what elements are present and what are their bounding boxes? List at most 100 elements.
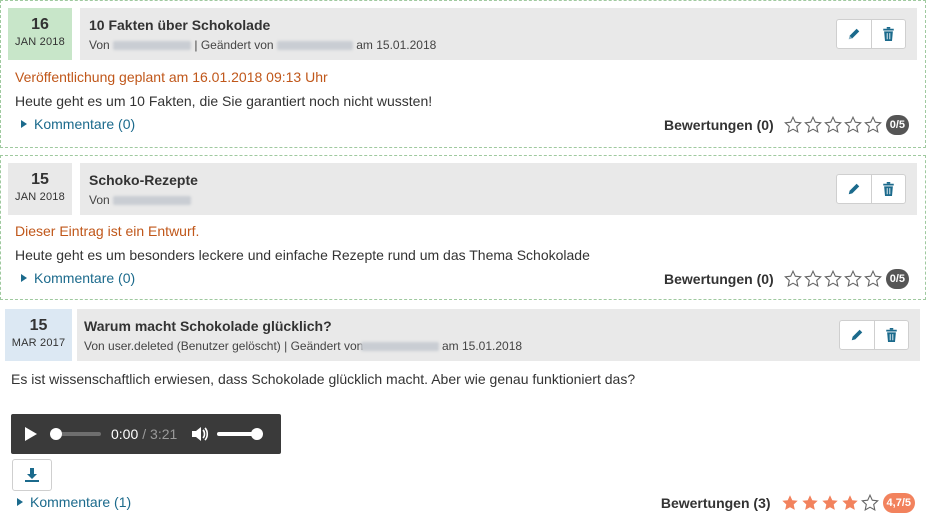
- author-name-redacted: [113, 41, 192, 51]
- entry-date: 16 JAN 2018: [8, 8, 72, 60]
- pencil-icon: [848, 28, 859, 40]
- edit-button[interactable]: [840, 321, 874, 349]
- star-empty-icon[interactable]: [783, 270, 802, 288]
- audio-seek-slider[interactable]: [50, 427, 101, 441]
- comments-label: Kommentare (1): [30, 494, 132, 510]
- comments-label: Kommentare (0): [34, 270, 136, 286]
- entry-date: 15 MAR 2017: [5, 309, 72, 361]
- star-filled-icon[interactable]: [781, 494, 799, 512]
- star-empty-icon[interactable]: [860, 494, 879, 512]
- star-empty-icon[interactable]: [803, 116, 822, 134]
- byline-changed-date: am 15.01.2018: [356, 38, 437, 52]
- caret-right-icon: [21, 120, 27, 129]
- star-empty-icon[interactable]: [843, 116, 862, 134]
- pencil-icon: [848, 183, 859, 195]
- entry-title[interactable]: Schoko-Rezepte: [89, 172, 198, 188]
- star-filled-icon[interactable]: [821, 494, 839, 512]
- pencil-icon: [851, 329, 862, 341]
- entry-byline: Von user.deleted (Benutzer gelöscht) | G…: [84, 339, 522, 353]
- download-button[interactable]: [12, 459, 52, 491]
- star-filled-icon[interactable]: [841, 494, 859, 512]
- entry-text: Heute geht es um besonders leckere und e…: [15, 247, 590, 263]
- entry-text: Heute geht es um 10 Fakten, die Sie gara…: [15, 93, 433, 109]
- edit-button[interactable]: [837, 175, 871, 203]
- rating-score: 0/5: [885, 115, 909, 135]
- entry-header: 10 Fakten über Schokolade Von | Geändert…: [80, 8, 917, 60]
- entry-byline: Von | Geändert von am 15.01.2018: [89, 38, 436, 52]
- blog-entry: 15 JAN 2018 Schoko-Rezepte Von Dieser Ei…: [0, 155, 926, 300]
- blog-entry: 16 JAN 2018 10 Fakten über Schokolade Vo…: [0, 0, 926, 148]
- entry-actions: [836, 174, 906, 204]
- rating-label: Bewertungen (0): [664, 271, 774, 287]
- editor-name-redacted: [360, 342, 439, 352]
- comments-toggle[interactable]: Kommentare (0): [21, 116, 135, 132]
- entry-date: 15 JAN 2018: [8, 163, 72, 215]
- star-empty-icon[interactable]: [823, 270, 842, 288]
- star-empty-icon[interactable]: [783, 116, 802, 134]
- comments-toggle[interactable]: Kommentare (1): [17, 494, 131, 510]
- entry-header: Warum macht Schokolade glücklich? Von us…: [77, 309, 920, 361]
- star-empty-icon[interactable]: [863, 116, 882, 134]
- date-month: JAN 2018: [15, 191, 65, 203]
- comments-toggle[interactable]: Kommentare (0): [21, 270, 135, 286]
- caret-right-icon: [21, 274, 27, 283]
- entry-title[interactable]: Warum macht Schokolade glücklich?: [84, 318, 332, 334]
- rating-label: Bewertungen (0): [664, 117, 774, 133]
- schedule-notice: Veröffentlichung geplant am 16.01.2018 0…: [15, 69, 328, 85]
- rating: Bewertungen (0) 0/5: [664, 269, 909, 289]
- delete-button[interactable]: [870, 175, 906, 203]
- edit-button[interactable]: [837, 20, 871, 48]
- byline-author-prefix: Von: [89, 38, 110, 52]
- byline-changed-prefix: | Geändert von: [194, 38, 274, 52]
- entry-actions: [839, 320, 909, 350]
- entry-header: Schoko-Rezepte Von: [80, 163, 917, 215]
- delete-button[interactable]: [873, 321, 909, 349]
- date-month: JAN 2018: [15, 36, 65, 48]
- byline-changed-date: am 15.01.2018: [441, 339, 523, 353]
- byline-text: Von user.deleted (Benutzer gelöscht) | G…: [84, 339, 364, 353]
- star-empty-icon[interactable]: [823, 116, 842, 134]
- rating-score: 0/5: [885, 269, 909, 289]
- star-rating[interactable]: [783, 116, 884, 134]
- delete-button[interactable]: [870, 20, 906, 48]
- trash-icon: [886, 328, 897, 342]
- star-rating[interactable]: [783, 270, 884, 288]
- rating-label: Bewertungen (3): [660, 495, 771, 511]
- star-empty-icon[interactable]: [863, 270, 882, 288]
- date-month: MAR 2017: [11, 337, 66, 349]
- blog-entry: 15 MAR 2017 Warum macht Schokolade glück…: [0, 303, 929, 527]
- volume-handle[interactable]: [251, 428, 264, 440]
- draft-notice: Dieser Eintrag ist ein Entwurf.: [15, 223, 200, 239]
- byline-author-prefix: Von: [89, 193, 110, 207]
- date-day: 15: [31, 171, 49, 188]
- audio-current-time: 0:00: [111, 426, 139, 442]
- mute-button[interactable]: [191, 426, 209, 442]
- date-day: 16: [31, 16, 49, 33]
- star-empty-icon[interactable]: [803, 270, 822, 288]
- trash-icon: [883, 27, 894, 41]
- editor-name-redacted: [276, 41, 353, 51]
- star-filled-icon[interactable]: [801, 494, 819, 512]
- author-name-redacted: [113, 196, 192, 206]
- caret-right-icon: [17, 498, 23, 507]
- download-icon: [25, 468, 39, 482]
- volume-icon: [192, 427, 209, 441]
- play-button[interactable]: [11, 414, 51, 454]
- volume-slider[interactable]: [217, 427, 264, 441]
- comments-label: Kommentare (0): [34, 116, 136, 132]
- audio-player: 0:00 / 3:21: [11, 414, 281, 454]
- entry-text: Es ist wissenschaftlich erwiesen, dass S…: [11, 371, 636, 387]
- seek-handle[interactable]: [50, 428, 62, 440]
- entry-title[interactable]: 10 Fakten über Schokolade: [89, 17, 270, 33]
- rating-score: 4,7/5: [882, 493, 915, 513]
- star-rating[interactable]: [781, 494, 881, 512]
- rating: Bewertungen (3) 4,7/5: [661, 493, 915, 513]
- trash-icon: [883, 182, 894, 196]
- play-icon: [25, 427, 37, 441]
- audio-total-time: / 3:21: [142, 426, 178, 442]
- entry-byline: Von: [89, 193, 192, 207]
- rating: Bewertungen (0) 0/5: [664, 115, 909, 135]
- date-day: 15: [29, 317, 48, 334]
- star-empty-icon[interactable]: [843, 270, 862, 288]
- entry-actions: [836, 19, 906, 49]
